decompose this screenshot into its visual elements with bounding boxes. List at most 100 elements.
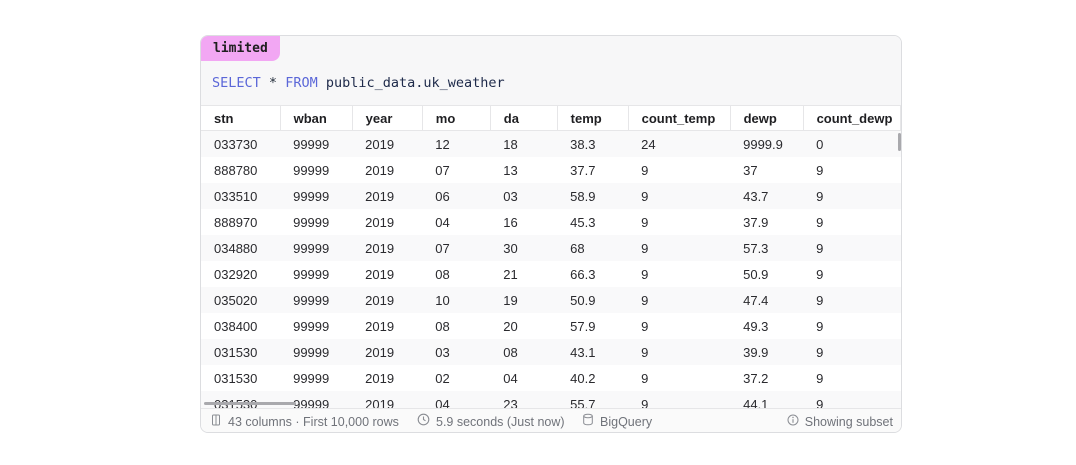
table-cell[interactable]: 9 (628, 391, 731, 408)
table-cell[interactable]: 2019 (352, 261, 423, 287)
table-cell[interactable]: 45.3 (557, 209, 629, 235)
table-cell[interactable]: 9 (628, 339, 731, 365)
table-cell[interactable]: 19 (490, 287, 558, 313)
column-header[interactable]: wban (280, 106, 353, 131)
table-cell[interactable]: 68 (557, 235, 629, 261)
table-cell[interactable]: 9 (803, 183, 901, 209)
table-cell[interactable]: 57.9 (557, 313, 629, 339)
table-cell[interactable]: 07 (422, 157, 491, 183)
table-cell[interactable]: 9 (628, 209, 731, 235)
table-cell[interactable]: 2019 (352, 287, 423, 313)
table-cell[interactable]: 24 (628, 130, 731, 157)
table-row[interactable]: 034880 99999 2019 07 30 68 9 57.3 9 (201, 235, 901, 261)
table-cell[interactable]: 2019 (352, 157, 423, 183)
table-cell[interactable]: 99999 (280, 287, 353, 313)
table-cell[interactable]: 9 (628, 287, 731, 313)
table-cell[interactable]: 038400 (201, 313, 281, 339)
column-header[interactable]: stn (201, 106, 281, 131)
table-cell[interactable]: 58.9 (557, 183, 629, 209)
table-cell[interactable]: 50.9 (557, 287, 629, 313)
table-cell[interactable]: 23 (490, 391, 558, 408)
table-cell[interactable]: 18 (490, 130, 558, 157)
table-cell[interactable]: 21 (490, 261, 558, 287)
table-cell[interactable]: 032920 (201, 261, 281, 287)
table-cell[interactable]: 40.2 (557, 365, 629, 391)
table-cell[interactable]: 44.1 (730, 391, 804, 408)
table-cell[interactable]: 37 (730, 157, 804, 183)
table-cell[interactable]: 49.3 (730, 313, 804, 339)
sql-query[interactable]: SELECT * FROM public_data.uk_weather (212, 75, 505, 91)
table-cell[interactable]: 99999 (280, 313, 353, 339)
table-cell[interactable]: 9 (803, 287, 901, 313)
table-cell[interactable]: 16 (490, 209, 558, 235)
table-cell[interactable]: 03 (490, 183, 558, 209)
table-cell[interactable]: 0 (803, 130, 901, 157)
table-cell[interactable]: 2019 (352, 391, 423, 408)
table-cell[interactable]: 66.3 (557, 261, 629, 287)
table-cell[interactable]: 033730 (201, 130, 281, 157)
results-grid[interactable]: stn wban year mo da temp count_temp dewp count_d… (201, 106, 901, 408)
table-cell[interactable]: 13 (490, 157, 558, 183)
table-cell[interactable]: 38.3 (557, 130, 629, 157)
table-cell[interactable]: 04 (422, 209, 491, 235)
table-cell[interactable]: 04 (490, 365, 558, 391)
table-cell[interactable]: 08 (422, 313, 491, 339)
table-cell[interactable]: 30 (490, 235, 558, 261)
column-header[interactable]: count_temp (628, 106, 731, 131)
table-cell[interactable]: 888780 (201, 157, 281, 183)
table-cell[interactable]: 2019 (352, 313, 423, 339)
table-cell[interactable]: 47.4 (730, 287, 804, 313)
table-cell[interactable]: 99999 (280, 183, 353, 209)
table-cell[interactable]: 033510 (201, 183, 281, 209)
table-cell[interactable]: 9 (628, 365, 731, 391)
table-cell[interactable]: 37.2 (730, 365, 804, 391)
table-cell[interactable]: 034880 (201, 235, 281, 261)
table-cell[interactable]: 9 (628, 313, 731, 339)
table-cell[interactable]: 2019 (352, 209, 423, 235)
table-cell[interactable]: 57.3 (730, 235, 804, 261)
table-cell[interactable]: 2019 (352, 130, 423, 157)
table-cell[interactable]: 08 (490, 339, 558, 365)
table-cell[interactable]: 99999 (280, 391, 353, 408)
table-cell[interactable]: 99999 (280, 235, 353, 261)
table-cell[interactable]: 9 (803, 313, 901, 339)
table-cell[interactable]: 9 (628, 235, 731, 261)
vertical-scrollbar[interactable] (898, 133, 901, 151)
table-cell[interactable]: 37.7 (557, 157, 629, 183)
table-cell[interactable]: 37.9 (730, 209, 804, 235)
table-cell[interactable]: 43.1 (557, 339, 629, 365)
table-cell[interactable]: 035020 (201, 287, 281, 313)
table-cell[interactable]: 08 (422, 261, 491, 287)
table-cell[interactable]: 9 (803, 391, 901, 408)
table-cell[interactable]: 99999 (280, 365, 353, 391)
table-cell[interactable]: 55.7 (557, 391, 629, 408)
subset-info[interactable]: Showing subset (787, 409, 893, 432)
table-cell[interactable]: 9 (628, 183, 731, 209)
table-cell[interactable]: 99999 (280, 339, 353, 365)
table-cell[interactable]: 031530 (201, 365, 281, 391)
column-header[interactable]: da (490, 106, 558, 131)
table-cell[interactable]: 9 (803, 261, 901, 287)
table-cell[interactable]: 02 (422, 365, 491, 391)
table-cell[interactable]: 12 (422, 130, 491, 157)
table-cell[interactable]: 10 (422, 287, 491, 313)
table-row[interactable]: 031530 99999 2019 03 08 43.1 9 39.9 9 (201, 339, 901, 365)
table-cell[interactable]: 39.9 (730, 339, 804, 365)
table-cell[interactable]: 9 (803, 339, 901, 365)
table-cell[interactable]: 03 (422, 339, 491, 365)
table-cell[interactable]: 9 (628, 261, 731, 287)
table-cell[interactable]: 50.9 (730, 261, 804, 287)
table-cell[interactable]: 99999 (280, 261, 353, 287)
table-cell[interactable]: 9 (803, 157, 901, 183)
column-header[interactable]: temp (557, 106, 629, 131)
table-cell[interactable]: 9 (803, 365, 901, 391)
column-header[interactable]: dewp (730, 106, 804, 131)
table-cell[interactable]: 2019 (352, 365, 423, 391)
table-cell[interactable]: 031530 (201, 339, 281, 365)
table-row[interactable]: 032920 99999 2019 08 21 66.3 9 50.9 9 (201, 261, 901, 287)
table-cell[interactable]: 9 (803, 209, 901, 235)
table-row[interactable]: 038400 99999 2019 08 20 57.9 9 49.3 9 (201, 313, 901, 339)
table-cell[interactable]: 2019 (352, 235, 423, 261)
table-cell[interactable]: 43.7 (730, 183, 804, 209)
table-cell[interactable]: 04 (422, 391, 491, 408)
